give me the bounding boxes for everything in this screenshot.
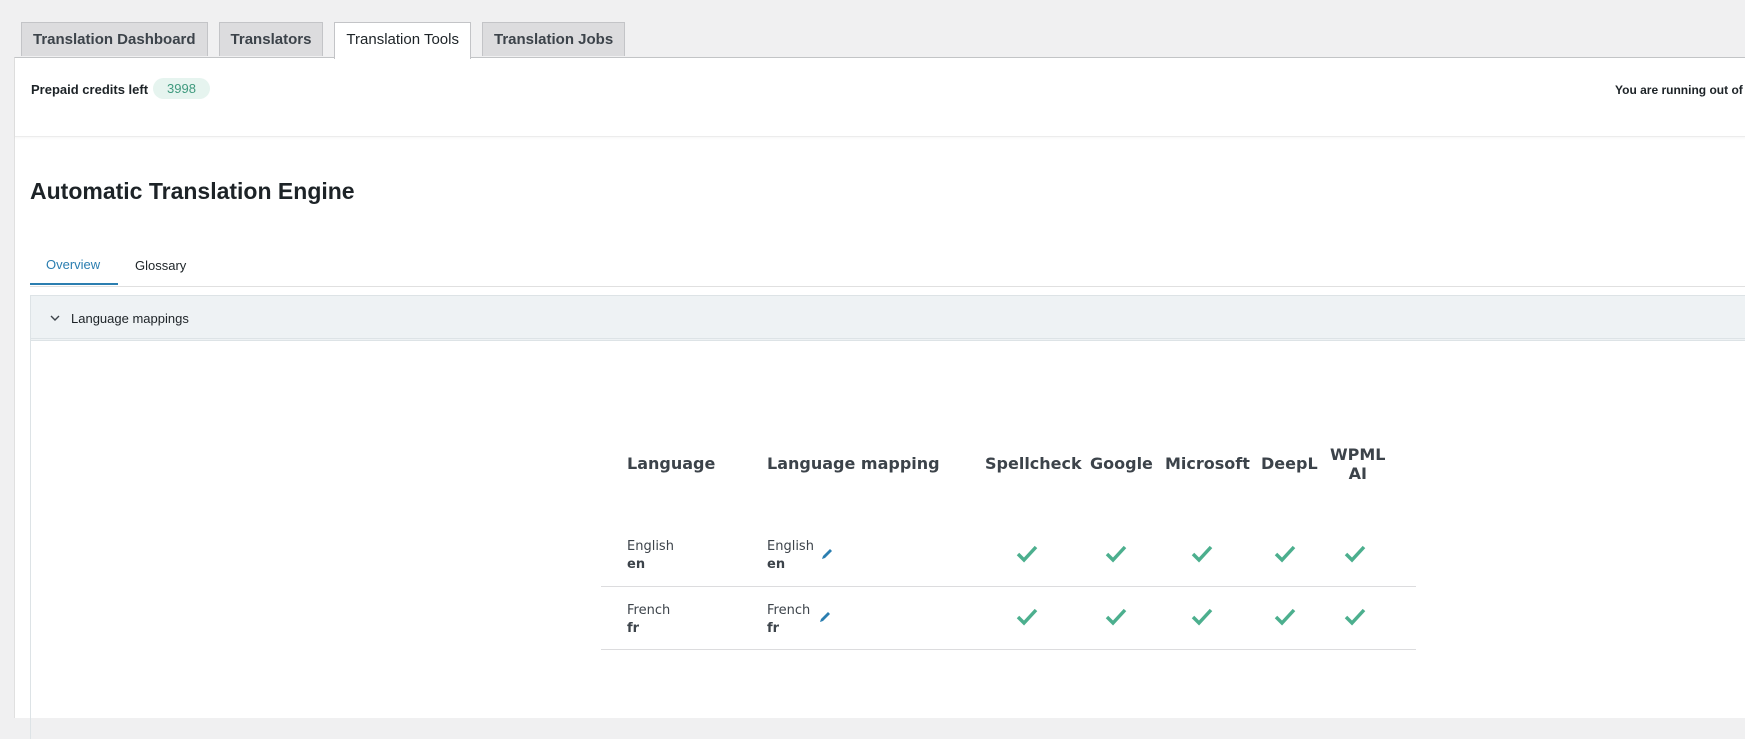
checkmark-icon — [1191, 608, 1213, 626]
engine-tabs: Overview Glossary — [30, 248, 1745, 287]
header-google: Google — [1090, 454, 1153, 473]
header-spellcheck: Spellcheck — [985, 454, 1082, 473]
header-language-mapping: Language mapping — [767, 454, 940, 473]
language-cell: French fr — [627, 602, 670, 638]
header-wpml-ai: WPML AI — [1330, 445, 1386, 483]
table-row: English en English en — [601, 523, 1416, 587]
checkmark-icon — [1105, 608, 1127, 626]
credits-warning: You are running out of pr — [1615, 83, 1745, 97]
tab-translation-dashboard[interactable]: Translation Dashboard — [21, 22, 208, 56]
top-nav-tabs: Translation Dashboard Translators Transl… — [21, 22, 636, 59]
mapping-cell: English en — [767, 538, 814, 574]
checkmark-icon — [1016, 608, 1038, 626]
checkmark-icon — [1274, 545, 1296, 563]
checkmark-icon — [1344, 545, 1366, 563]
header-language: Language — [627, 454, 716, 473]
language-name: French — [627, 603, 671, 618]
section-title: Language mappings — [71, 311, 189, 326]
pencil-icon[interactable] — [818, 610, 832, 624]
tab-glossary[interactable]: Glossary — [135, 258, 186, 273]
credits-badge: 3998 — [153, 78, 210, 99]
checkmark-icon — [1344, 608, 1366, 626]
page-title: Automatic Translation Engine — [30, 178, 355, 204]
header-microsoft: Microsoft — [1165, 454, 1250, 473]
language-mappings-header[interactable]: Language mappings — [30, 295, 1745, 341]
tab-translation-tools[interactable]: Translation Tools — [334, 22, 471, 59]
mapping-cell: French fr — [767, 602, 810, 638]
tab-overview[interactable]: Overview — [46, 257, 100, 272]
checkmark-icon — [1191, 545, 1213, 563]
header-wpml-ai-line1: WPML — [1330, 445, 1386, 464]
credits-bar: Prepaid credits left 3998 You are runnin… — [15, 58, 1745, 137]
credits-label: Prepaid credits left — [31, 82, 149, 97]
checkmark-icon — [1105, 545, 1127, 563]
pencil-icon[interactable] — [820, 547, 834, 561]
language-code: en — [627, 557, 646, 572]
language-name: English — [627, 539, 674, 554]
active-tab-indicator — [30, 283, 118, 285]
chevron-down-icon — [50, 315, 60, 321]
tab-translation-jobs[interactable]: Translation Jobs — [481, 22, 626, 56]
language-code: fr — [627, 621, 640, 636]
checkmark-icon — [1274, 608, 1296, 626]
mapping-language-code: fr — [767, 621, 780, 636]
mapping-language-name: French — [767, 603, 811, 618]
header-deepl: DeepL — [1261, 454, 1318, 473]
language-cell: English en — [627, 538, 674, 574]
table-row: French fr French fr — [601, 586, 1416, 650]
checkmark-icon — [1016, 545, 1038, 563]
tab-translators[interactable]: Translators — [218, 22, 324, 56]
header-wpml-ai-line2: AI — [1348, 464, 1367, 483]
mapping-language-name: English — [767, 539, 814, 554]
mapping-language-code: en — [767, 557, 786, 572]
